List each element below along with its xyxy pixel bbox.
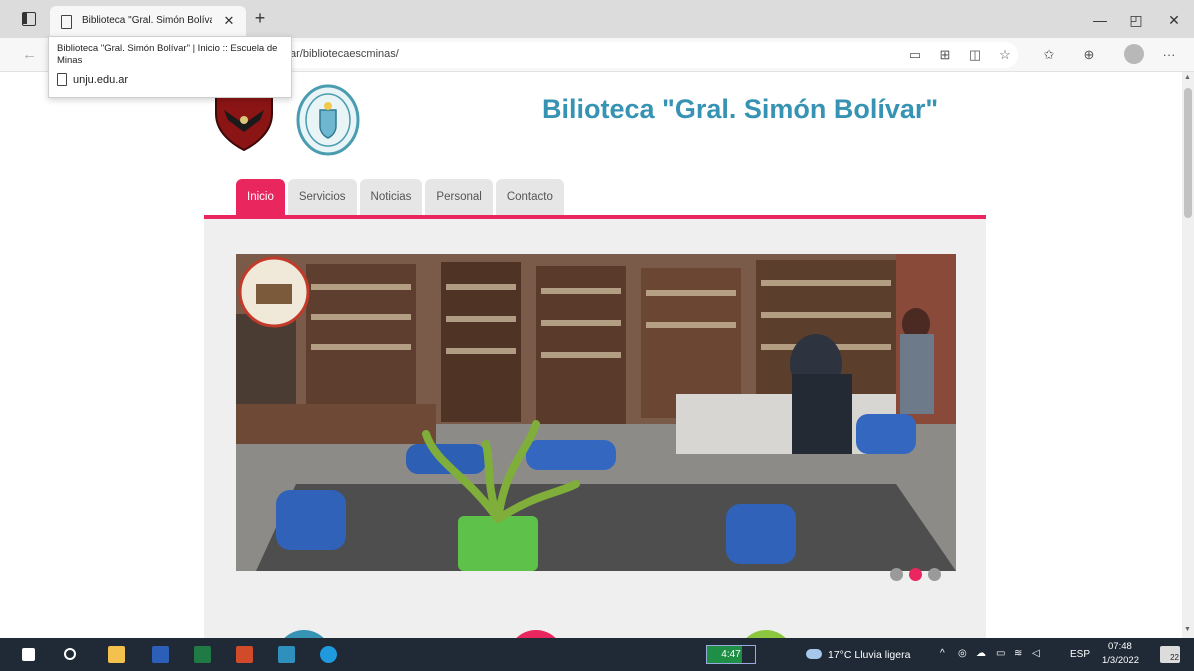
favorite-add-icon[interactable]: ☆: [996, 47, 1014, 63]
tab-actions-icon[interactable]: [22, 12, 36, 26]
url-text[interactable]: ar/bibliotecaescminas/: [290, 48, 399, 60]
page-scrollbar[interactable]: ▲ ▼: [1182, 72, 1194, 638]
carousel-indicators: [890, 568, 941, 581]
nav-tab-contacto[interactable]: Contacto: [495, 179, 564, 215]
page-icon: [61, 15, 72, 29]
nav-tab-inicio[interactable]: Inicio: [236, 179, 285, 215]
language-indicator[interactable]: ESP: [1070, 649, 1090, 660]
tab-hover-tooltip: Biblioteca "Gral. Simón Bolívar" | Inici…: [48, 36, 292, 98]
tooltip-title: Biblioteca "Gral. Simón Bolívar" | Inici…: [57, 43, 278, 66]
more-icon[interactable]: ···: [1160, 47, 1178, 62]
windows-start-icon[interactable]: [22, 648, 35, 661]
tooltip-domain-row: unju.edu.ar: [57, 73, 283, 86]
carousel-dot-3[interactable]: [928, 568, 941, 581]
battery-tray-icon[interactable]: ▭: [996, 648, 1005, 659]
excel-icon[interactable]: [194, 646, 211, 663]
main-nav: Inicio Servicios Noticias Personal Conta…: [236, 179, 564, 215]
new-tab-button[interactable]: +: [250, 8, 270, 28]
scroll-down-icon[interactable]: ▼: [1184, 626, 1191, 633]
collections-icon[interactable]: ⊕: [1080, 47, 1098, 63]
weather-text[interactable]: 17°C Lluvia ligera: [828, 649, 910, 661]
favorites-icon[interactable]: ✩: [1040, 47, 1058, 63]
browser-tab-bar: Biblioteca "Gral. Simón Bolívar" ✕ + — ◰…: [0, 0, 1194, 38]
browser-tab[interactable]: Biblioteca "Gral. Simón Bolívar" ✕: [50, 6, 246, 38]
meet-now-icon[interactable]: ◎: [958, 648, 967, 659]
app-icon[interactable]: [278, 646, 295, 663]
notifications-button[interactable]: 22: [1160, 646, 1180, 663]
battery-indicator[interactable]: 4:47: [706, 645, 756, 664]
onedrive-icon[interactable]: ☁: [976, 648, 986, 659]
back-arrow-icon[interactable]: ←: [22, 46, 37, 63]
weather-cloud-icon[interactable]: [806, 649, 822, 659]
clock-date[interactable]: 1/3/2022: [1102, 655, 1139, 666]
carousel-slide-library-photo[interactable]: [236, 254, 956, 571]
nav-tab-personal[interactable]: Personal: [425, 179, 493, 215]
page-icon: [57, 73, 67, 86]
chevron-up-icon[interactable]: ^: [940, 648, 945, 659]
tooltip-domain: unju.edu.ar: [73, 73, 129, 86]
carousel-dot-2[interactable]: [909, 568, 922, 581]
search-icon[interactable]: [64, 648, 76, 660]
nav-tab-noticias[interactable]: Noticias: [359, 179, 423, 215]
edge-icon[interactable]: [320, 646, 337, 663]
clock-time[interactable]: 07:48: [1108, 641, 1132, 652]
carousel-dot-1[interactable]: [890, 568, 903, 581]
tab-title: Biblioteca "Gral. Simón Bolívar": [82, 15, 212, 26]
scroll-up-icon[interactable]: ▲: [1184, 74, 1191, 81]
page-viewport: Bilioteca "Gral. Simón Bolívar" Inicio S…: [0, 72, 1182, 638]
word-icon[interactable]: [152, 646, 169, 663]
close-window-button[interactable]: ✕: [1164, 10, 1184, 30]
file-explorer-icon[interactable]: [108, 646, 125, 663]
split-screen-icon[interactable]: ◫: [966, 47, 984, 63]
nav-tab-servicios[interactable]: Servicios: [287, 179, 357, 215]
battery-time: 4:47: [721, 649, 741, 660]
profile-icon[interactable]: [1124, 44, 1144, 64]
restore-button[interactable]: ◰: [1126, 10, 1146, 30]
scroll-thumb[interactable]: [1184, 88, 1192, 218]
reader-view-icon[interactable]: ▭: [906, 47, 924, 63]
apps-icon[interactable]: ⊞: [936, 47, 954, 63]
minimize-button[interactable]: —: [1090, 10, 1110, 30]
powerpoint-icon[interactable]: [236, 646, 253, 663]
university-seal-logo: [296, 84, 360, 156]
wifi-icon[interactable]: ≋: [1014, 648, 1022, 659]
close-tab-button[interactable]: ✕: [220, 12, 238, 30]
volume-icon[interactable]: ◁: [1032, 648, 1040, 659]
site-title: Bilioteca "Gral. Simón Bolívar": [542, 94, 939, 124]
windows-taskbar: 4:47 17°C Lluvia ligera ^ ◎ ☁ ▭ ≋ ◁ ESP …: [0, 638, 1194, 671]
